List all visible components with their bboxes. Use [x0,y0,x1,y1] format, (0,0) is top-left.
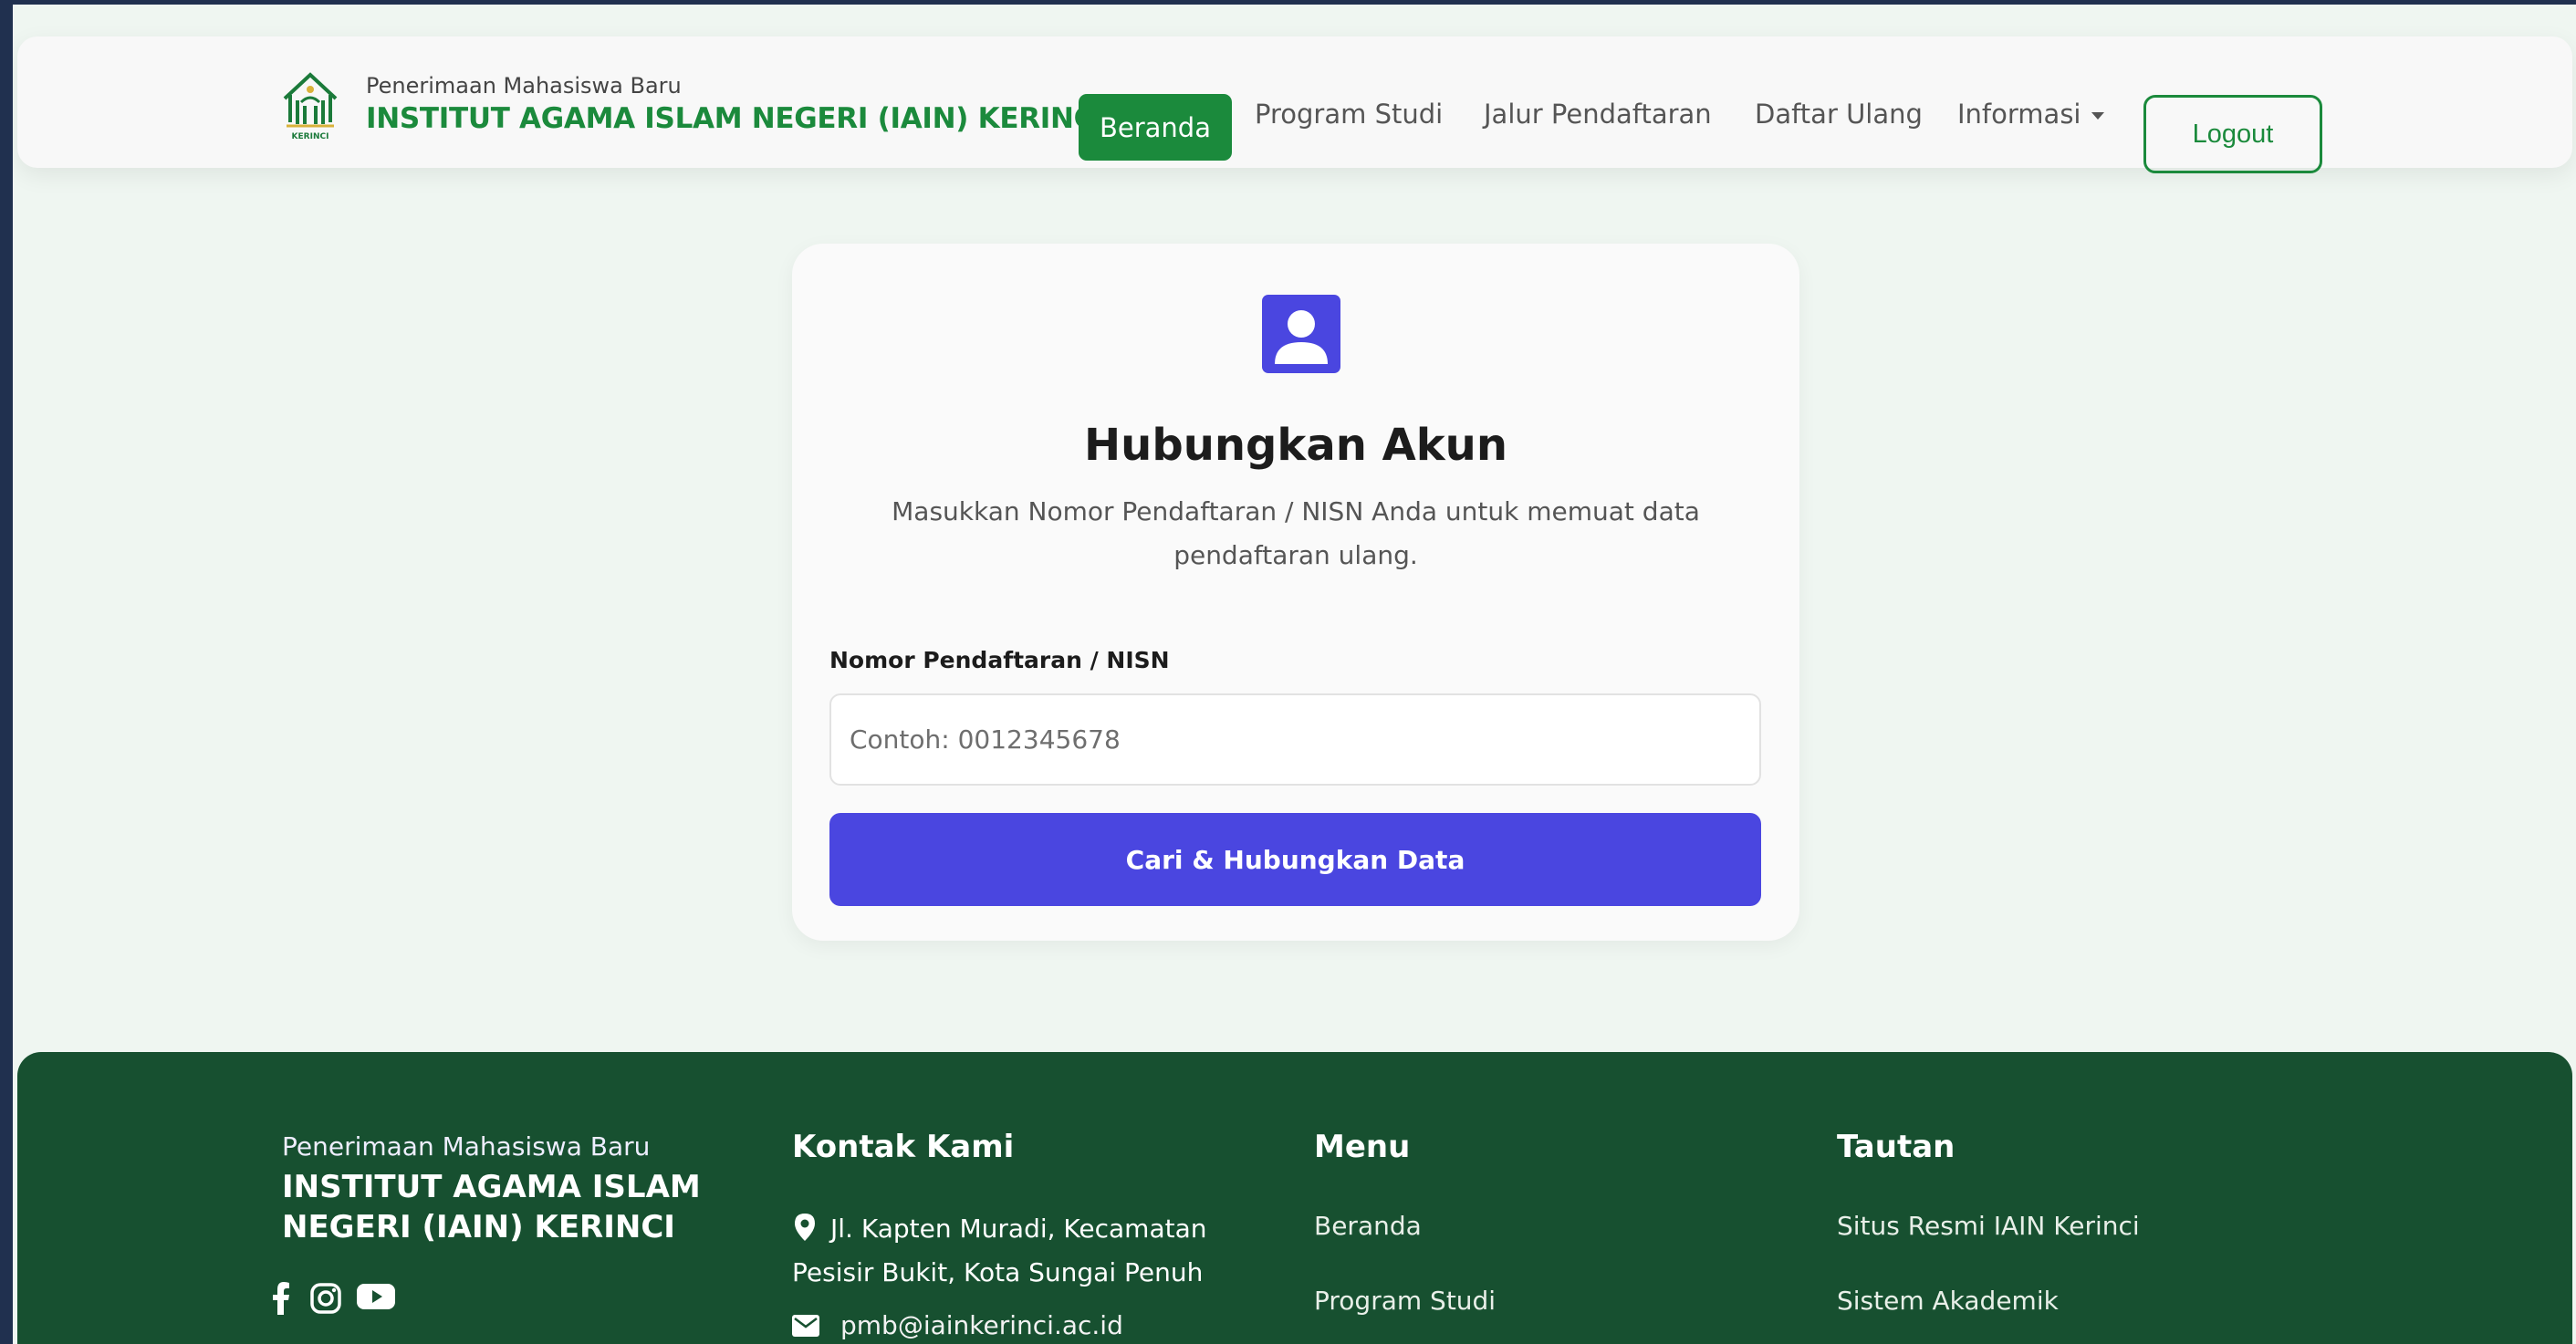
footer-menu-program-studi[interactable]: Program Studi [1314,1286,1496,1316]
instagram-icon[interactable] [309,1282,342,1315]
navbar: KERINCI Penerimaan Mahasiswa Baru INSTIT… [17,36,2572,173]
card-title: Hubungkan Akun [1083,420,1507,471]
contact-heading: Kontak Kami [792,1129,1015,1165]
nav-item-beranda[interactable]: Beranda [1079,94,1232,161]
footer-brand-title: INSTITUT AGAMA ISLAM NEGERI (IAIN) KERIN… [282,1169,701,1245]
logo-caption: KERINCI [292,132,329,141]
nav-item-jalur-pendaftaran[interactable]: Jalur Pendaftaran [1484,99,1712,130]
mail-icon [792,1315,819,1337]
registration-number-label: Nomor Pendaftaran / NISN [829,647,1170,673]
footer-brand-subtitle: Penerimaan Mahasiswa Baru [282,1131,651,1162]
contact-address: Jl. Kapten Muradi, Kecamatan Pesisir Buk… [792,1207,1267,1295]
contact-address-text: Jl. Kapten Muradi, Kecamatan Pesisir Buk… [792,1214,1207,1287]
brand-title[interactable]: INSTITUT AGAMA ISLAM NEGERI (IAIN) KERIN… [366,102,1105,135]
nav-item-daftar-ulang[interactable]: Daftar Ulang [1755,99,1923,130]
logout-button[interactable]: Logout [2143,95,2322,173]
facebook-icon[interactable] [271,1282,291,1315]
menu-heading: Menu [1314,1129,1411,1165]
link-account-card: Hubungkan Akun Masukkan Nomor Pendaftara… [792,244,1799,941]
links-heading: Tautan [1837,1129,1955,1165]
contact-email[interactable]: pmb@iainkerinci.ac.id [840,1310,1123,1340]
youtube-icon[interactable] [357,1282,395,1311]
caret-down-icon [2091,112,2105,120]
footer-link-academic-system[interactable]: Sistem Akademik [1837,1286,2059,1316]
card-description: Masukkan Nomor Pendaftaran / NISN Anda u… [892,496,1700,570]
footer-menu-beranda[interactable]: Beranda [1314,1211,1422,1241]
location-pin-icon [795,1214,815,1241]
nav-item-program-studi[interactable]: Program Studi [1255,99,1443,130]
brand-subtitle: Penerimaan Mahasiswa Baru [366,73,682,99]
iain-kerinci-logo[interactable]: KERINCI [277,68,343,142]
registration-number-input[interactable] [829,693,1761,786]
footer-link-official-site[interactable]: Situs Resmi IAIN Kerinci [1837,1211,2140,1241]
search-link-data-button[interactable]: Cari & Hubungkan Data [829,813,1761,906]
footer: Penerimaan Mahasiswa Baru INSTITUT AGAMA… [17,1052,2572,1344]
nav-item-informasi-label: Informasi [1957,99,2081,130]
page: KERINCI Penerimaan Mahasiswa Baru INSTIT… [13,5,2576,1344]
user-portrait-icon [1262,295,1340,373]
nav-item-informasi-dropdown[interactable]: Informasi [1957,99,2105,130]
